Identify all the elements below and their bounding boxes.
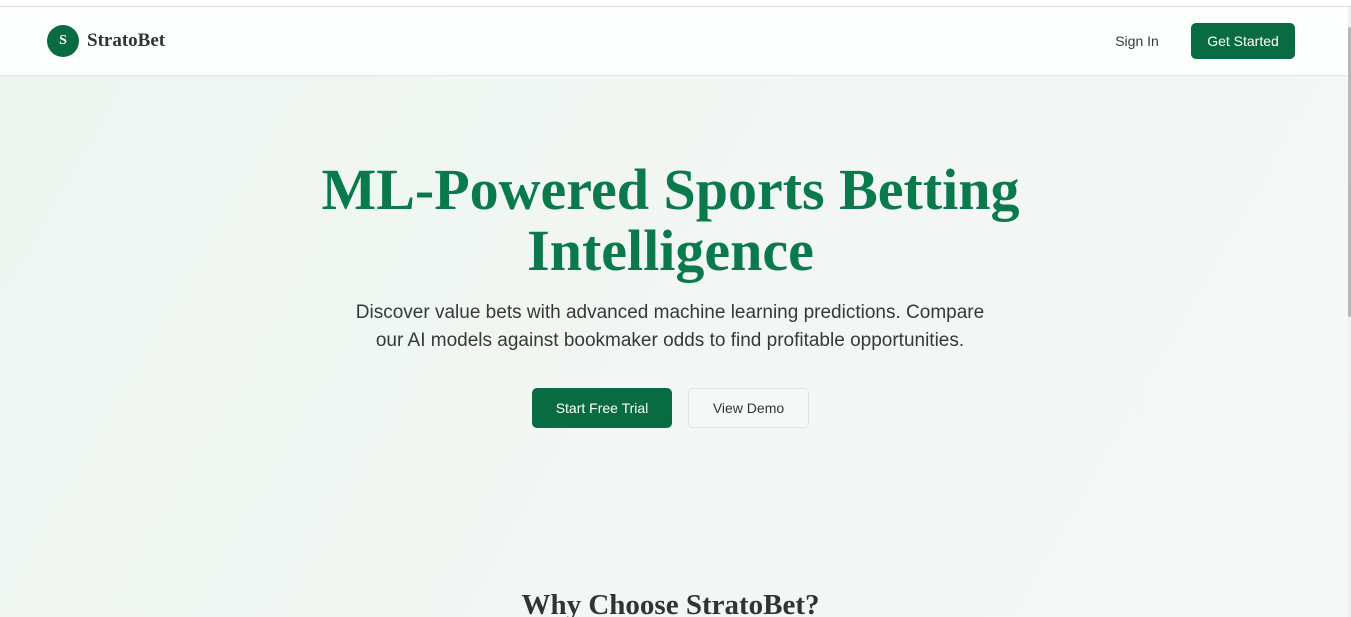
hero-section: ML-Powered Sports Betting Intelligence D…: [0, 76, 1348, 617]
why-choose-heading: Why Choose StratoBet?: [521, 589, 820, 617]
brand-badge-icon: S: [47, 25, 79, 57]
get-started-button[interactable]: Get Started: [1191, 23, 1295, 59]
brand-logo-link[interactable]: S StratoBet: [47, 25, 165, 57]
sign-in-link[interactable]: Sign In: [1098, 23, 1176, 59]
hero-title-line-1: ML-Powered Sports Betting: [321, 157, 1020, 222]
hero-subtitle-line-1: Discover value bets with advanced machin…: [355, 302, 985, 323]
hero-title: ML-Powered Sports Betting Intelligence: [0, 159, 1341, 281]
hero-subtitle: Discover value bets with advanced machin…: [330, 299, 1010, 355]
landing-page: S StratoBet Sign In Get Started ML-Power…: [0, 7, 1348, 617]
top-navbar: S StratoBet Sign In Get Started: [0, 7, 1348, 76]
view-demo-button[interactable]: View Demo: [688, 388, 809, 428]
hero-title-line-2: Intelligence: [527, 218, 814, 283]
start-free-trial-button[interactable]: Start Free Trial: [532, 388, 672, 428]
hero-subtitle-line-2: our AI models against bookmaker odds to …: [375, 330, 965, 351]
brand-name: StratoBet: [87, 30, 166, 51]
browser-top-edge: [0, 0, 1351, 7]
